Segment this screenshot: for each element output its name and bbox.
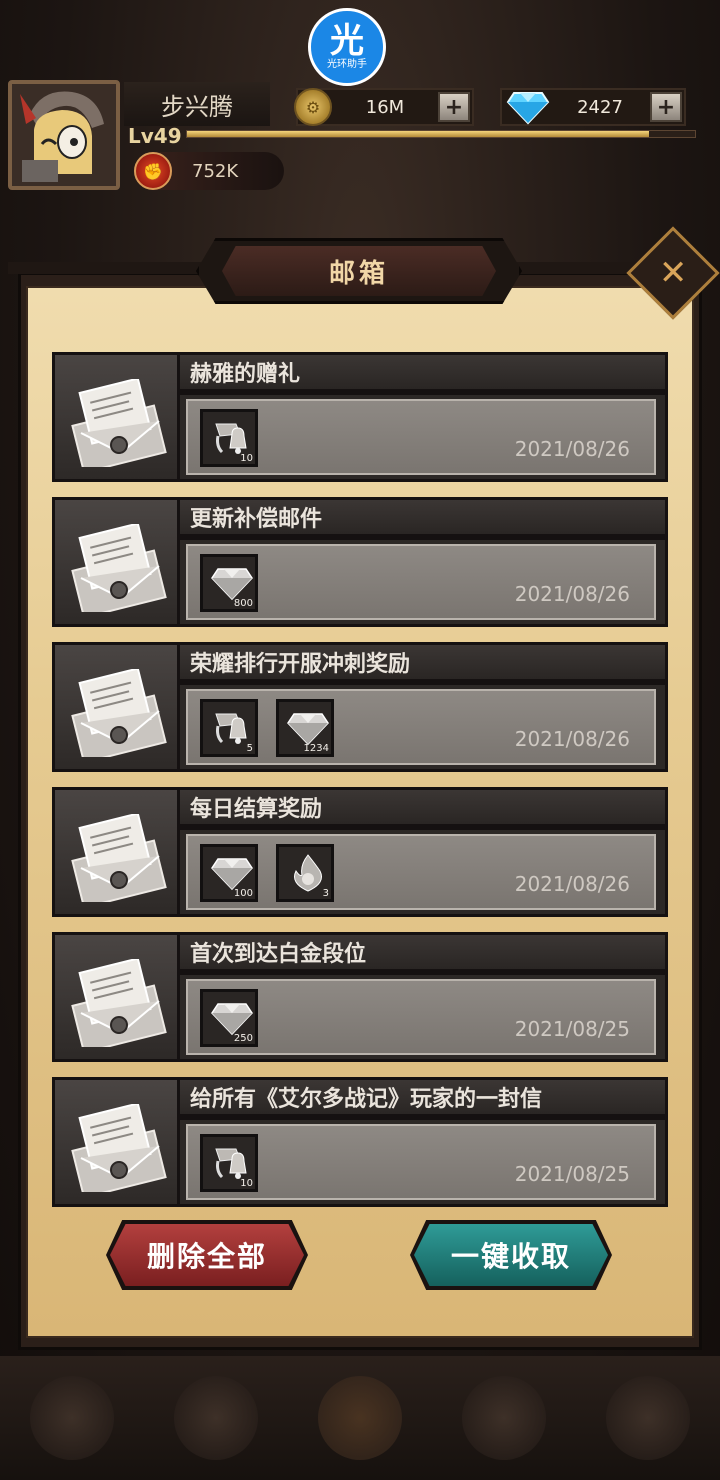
- envelope-icon: [71, 959, 167, 1047]
- xp-bar-fill: [187, 131, 650, 137]
- reward-item[interactable]: 100: [200, 844, 258, 902]
- mail-item[interactable]: 赫雅的赠礼 10 2021/08/26: [52, 352, 668, 482]
- gem-value: 2427: [577, 96, 623, 118]
- mail-body: 10 2021/08/26: [180, 392, 668, 482]
- mail-date: 2021/08/25: [514, 1162, 630, 1186]
- nav-slot[interactable]: [576, 1356, 720, 1480]
- mail-item[interactable]: 荣耀排行开服冲刺奖励 5 1234 2021/08/26: [52, 642, 668, 772]
- mail-date: 2021/08/25: [514, 1017, 630, 1041]
- mail-date: 2021/08/26: [514, 727, 630, 751]
- mail-attachments: 250 2021/08/25: [186, 979, 656, 1055]
- envelope-icon: [71, 379, 167, 467]
- mail-date: 2021/08/26: [514, 872, 630, 896]
- reward-count: 800: [233, 598, 253, 609]
- nav-icon: [30, 1376, 114, 1460]
- mail-body: 250 2021/08/25: [180, 972, 668, 1062]
- player-name: 步兴腾: [124, 82, 270, 126]
- reward-item[interactable]: 5: [200, 699, 258, 757]
- mailbox-title: 邮箱: [222, 246, 496, 296]
- nav-slot[interactable]: [432, 1356, 576, 1480]
- mail-title: 首次到达白金段位: [180, 932, 668, 972]
- mail-item[interactable]: 首次到达白金段位 250 2021/08/25: [52, 932, 668, 1062]
- badge-glyph: 光: [330, 21, 364, 61]
- mail-icon-box: [52, 497, 180, 627]
- reward-item[interactable]: 10: [200, 1134, 258, 1192]
- close-icon: ✕: [658, 253, 688, 293]
- mail-body: 800 2021/08/26: [180, 537, 668, 627]
- mail-attachments: 5 1234 2021/08/26: [186, 689, 656, 765]
- mail-date: 2021/08/26: [514, 582, 630, 606]
- reward-item[interactable]: 10: [200, 409, 258, 467]
- envelope-icon: [71, 814, 167, 902]
- reward-count: 10: [240, 453, 253, 464]
- mail-icon-box: [52, 1077, 180, 1207]
- reward-count: 100: [233, 888, 253, 899]
- envelope-icon: [71, 669, 167, 757]
- mail-body: 5 1234 2021/08/26: [180, 682, 668, 772]
- xp-bar: [186, 130, 696, 138]
- diamond-icon: [506, 92, 550, 125]
- nav-icon: [318, 1376, 402, 1460]
- gold-value: 16M: [365, 96, 405, 118]
- character-portrait-icon: [12, 84, 116, 186]
- reward-item[interactable]: 1234: [276, 699, 334, 757]
- claim-all-button[interactable]: 一键收取: [414, 1224, 608, 1286]
- mail-title: 更新补偿邮件: [180, 497, 668, 537]
- overlay-assistant-badge[interactable]: 光 光环助手: [308, 8, 386, 86]
- mail-title: 荣耀排行开服冲刺奖励: [180, 642, 668, 682]
- mail-attachments: 10 2021/08/25: [186, 1124, 656, 1200]
- mail-item[interactable]: 每日结算奖励 100 3 2021/08/26: [52, 787, 668, 917]
- mail-attachments: 800 2021/08/26: [186, 544, 656, 620]
- nav-icon: [462, 1376, 546, 1460]
- gem-resource: 2427 +: [500, 88, 686, 126]
- mail-body: 10 2021/08/25: [180, 1117, 668, 1207]
- bottom-nav: [0, 1356, 720, 1480]
- avatar[interactable]: [8, 80, 120, 190]
- nav-slot[interactable]: [288, 1356, 432, 1480]
- reward-count: 5: [246, 743, 253, 754]
- mailbox-screen: 步兴腾 Lv49 ✊ 752K ⚙ 16M + 2427 + 光 光环助手 邮箱…: [0, 0, 720, 1480]
- mail-title: 每日结算奖励: [180, 787, 668, 827]
- player-header: 步兴腾 Lv49 ✊ 752K ⚙ 16M + 2427 +: [0, 78, 720, 198]
- envelope-icon: [71, 1104, 167, 1192]
- combat-power: ✊ 752K: [134, 152, 284, 190]
- title-ornament-left: [8, 262, 204, 274]
- add-gems-button[interactable]: +: [650, 92, 682, 122]
- reward-count: 3: [322, 888, 329, 899]
- reward-count: 10: [240, 1178, 253, 1189]
- envelope-icon: [71, 524, 167, 612]
- reward-item[interactable]: 250: [200, 989, 258, 1047]
- combat-power-value: 752K: [192, 160, 239, 182]
- nav-icon: [174, 1376, 258, 1460]
- mail-icon-box: [52, 787, 180, 917]
- fist-icon: ✊: [134, 152, 172, 190]
- mail-item[interactable]: 更新补偿邮件 800 2021/08/26: [52, 497, 668, 627]
- mail-attachments: 100 3 2021/08/26: [186, 834, 656, 910]
- coin-icon: ⚙: [294, 88, 332, 126]
- mail-icon-box: [52, 352, 180, 482]
- mail-body: 100 3 2021/08/26: [180, 827, 668, 917]
- delete-all-button[interactable]: 删除全部: [110, 1224, 304, 1286]
- player-level: Lv49: [128, 124, 182, 148]
- reward-item[interactable]: 3: [276, 844, 334, 902]
- nav-slot[interactable]: [0, 1356, 144, 1480]
- add-gold-button[interactable]: +: [438, 92, 470, 122]
- mail-attachments: 10 2021/08/26: [186, 399, 656, 475]
- mail-item[interactable]: 给所有《艾尔多战记》玩家的一封信 10 2021/08/25: [52, 1077, 668, 1207]
- mail-date: 2021/08/26: [514, 437, 630, 461]
- badge-label: 光环助手: [327, 59, 367, 70]
- gold-resource: ⚙ 16M +: [294, 88, 474, 126]
- reward-count: 250: [233, 1033, 253, 1044]
- reward-count: 1234: [303, 743, 329, 754]
- mail-title: 给所有《艾尔多战记》玩家的一封信: [180, 1077, 668, 1117]
- mail-title: 赫雅的赠礼: [180, 352, 668, 392]
- nav-icon: [606, 1376, 690, 1460]
- mail-icon-box: [52, 932, 180, 1062]
- nav-slot[interactable]: [144, 1356, 288, 1480]
- mail-icon-box: [52, 642, 180, 772]
- reward-item[interactable]: 800: [200, 554, 258, 612]
